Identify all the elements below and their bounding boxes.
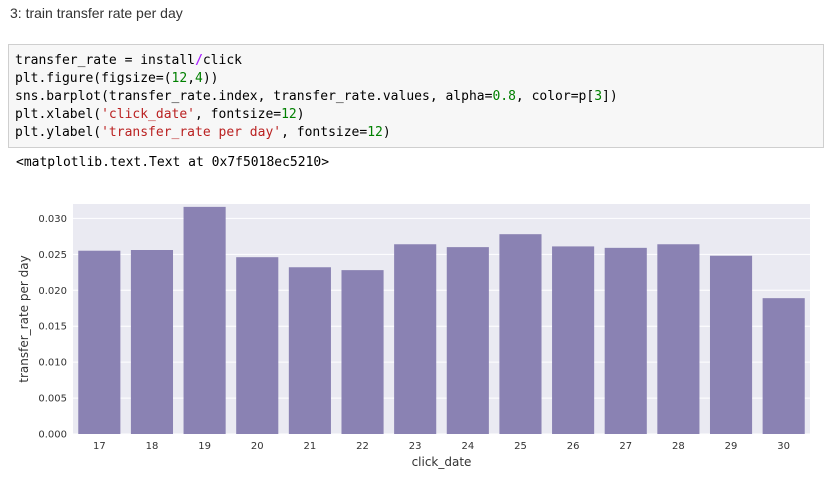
x-tick-label: 21 [304,441,317,452]
code-line-2: plt.figure(figsize=(12,4)) [15,71,219,86]
bar-24 [446,247,489,434]
x-tick-label: 29 [725,441,738,452]
y-tick-label: 0.020 [38,286,67,297]
y-tick-label: 0.015 [38,322,67,333]
x-tick-label: 17 [93,441,106,452]
bar-26 [552,246,595,434]
x-tick-label: 18 [146,441,159,452]
code-line-4: plt.xlabel('click_date', fontsize=12) [15,107,305,122]
bar-chart-svg: 0.000 0.005 0.010 0.015 0.020 0.025 0.030 17 18… [17,204,810,469]
code-cell[interactable]: transfer_rate = install/click plt.figure… [8,44,824,148]
cell-heading: 3: train transfer rate per day [10,5,183,21]
bar-17 [78,250,121,434]
bar-28 [657,244,700,434]
y-tick-label: 0.010 [38,358,67,369]
y-tick-label: 0.025 [38,250,67,261]
y-tick-label: 0.030 [38,214,67,225]
x-tick-label: 25 [514,441,527,452]
bar-18 [130,250,174,434]
y-axis-label: transfer_rate per day [17,255,31,382]
code-line-5: plt.ylabel('transfer_rate per day', font… [15,125,391,140]
bar-25 [499,234,542,434]
x-tick-labels: 17 18 19 20 21 22 23 24 25 26 27 28 29 30 [93,441,790,452]
bar-27 [604,247,647,434]
bar-21 [288,267,331,434]
y-tick-labels: 0.000 0.005 0.010 0.015 0.020 0.025 0.030 [38,214,67,441]
bar-22 [341,270,384,434]
x-tick-label: 28 [672,441,685,452]
x-tick-label: 22 [356,441,369,452]
bar-chart: 0.000 0.005 0.010 0.015 0.020 0.025 0.030 17 18… [0,188,824,482]
bar-29 [709,255,753,434]
y-tick-label: 0.005 [38,394,67,405]
x-tick-label: 19 [198,441,211,452]
code-line-1: transfer_rate = install/click [15,53,242,68]
x-tick-label: 30 [777,441,790,452]
bar-19 [183,206,226,434]
bar-20 [236,257,279,434]
code-line-3: sns.barplot(transfer_rate.index, transfe… [15,89,618,104]
x-tick-label: 27 [619,441,632,452]
y-tick-label: 0.000 [38,430,67,441]
x-tick-label: 20 [251,441,264,452]
x-axis-label: click_date [412,455,472,469]
x-tick-label: 23 [409,441,422,452]
x-tick-label: 24 [461,441,474,452]
bar-30 [762,298,805,434]
cell-output: <matplotlib.text.Text at 0x7f5018ec5210> [16,155,330,170]
x-tick-label: 26 [567,441,580,452]
bar-23 [394,244,437,434]
